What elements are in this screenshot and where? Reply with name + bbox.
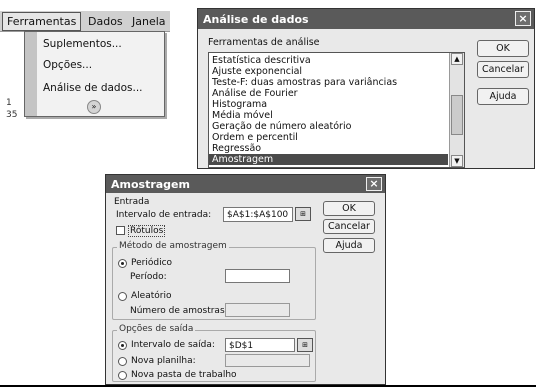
nova-planilha-label[interactable]: Nova planilha:	[131, 356, 196, 366]
row-number: 35	[6, 110, 18, 120]
expand-menu-icon[interactable]: »	[87, 100, 101, 114]
nova-pasta-radio[interactable]	[118, 371, 127, 380]
list-item[interactable]: Análise de Fourier	[212, 88, 298, 99]
page-bottom-rule	[0, 385, 536, 387]
menu-item-suplementos[interactable]: Suplementos...	[43, 38, 122, 50]
scroll-thumb[interactable]	[451, 95, 463, 135]
range-selector-icon[interactable]: ⊞	[297, 338, 313, 352]
list-item[interactable]: Geração de número aleatório	[212, 121, 351, 132]
amostragem-dialog: Amostragem × Entrada Intervalo de entrad…	[105, 174, 386, 385]
periodo-label: Período:	[130, 272, 167, 282]
help-button[interactable]: Ajuda	[477, 88, 529, 105]
list-item[interactable]: Estatística descritiva	[212, 55, 311, 66]
intervalo-saida-input[interactable]: $D$1	[225, 338, 295, 352]
ferramentas-de-analise-label: Ferramentas de análise	[208, 37, 320, 48]
intervalo-entrada-input[interactable]: $A$1:$A$100	[223, 207, 293, 222]
numero-amostras-label: Número de amostras:	[130, 306, 228, 316]
menu-item-opcoes[interactable]: Opções...	[43, 59, 92, 71]
opcoes-saida-group-label: Opções de saída	[117, 324, 196, 334]
aleatorio-label[interactable]: Aleatório	[131, 291, 171, 301]
aleatorio-radio[interactable]	[118, 292, 127, 301]
nova-pasta-label[interactable]: Nova pasta de trabalho	[131, 370, 237, 380]
intervalo-saida-label[interactable]: Intervalo de saída:	[131, 340, 215, 350]
menu-item-analise-de-dados[interactable]: Análise de dados...	[43, 82, 143, 94]
metodo-group-label: Método de amostragem	[117, 241, 229, 251]
menu-janela[interactable]: Janela	[132, 15, 166, 28]
list-scrollbar[interactable]: ▲ ▼	[449, 53, 464, 167]
tools-listbox[interactable]: Estatística descritiva Ajuste exponencia…	[208, 52, 465, 168]
dialog-titlebar: Análise de dados ×	[198, 9, 534, 29]
list-item[interactable]: Ordem e percentil	[212, 132, 298, 143]
rotulos-label[interactable]: Rótulos	[128, 225, 166, 237]
scroll-down-icon[interactable]: ▼	[451, 155, 463, 167]
entrada-label: Entrada	[114, 197, 150, 207]
excel-menubar: Ferramentas Dados Janela	[0, 10, 170, 32]
dialog-titlebar: Amostragem ×	[106, 175, 385, 193]
ok-button[interactable]: OK	[323, 201, 375, 216]
periodico-label[interactable]: Periódico	[131, 258, 172, 268]
range-selector-icon[interactable]: ⊞	[295, 207, 311, 221]
dialog-title: Análise de dados	[203, 13, 309, 26]
intervalo-saida-radio[interactable]	[118, 341, 127, 350]
list-item[interactable]: Regressão	[212, 143, 261, 154]
close-icon[interactable]: ×	[515, 11, 531, 26]
menu-dados[interactable]: Dados	[88, 15, 123, 28]
periodo-input[interactable]	[225, 269, 290, 283]
close-icon[interactable]: ×	[366, 177, 382, 191]
menu-ferramentas[interactable]: Ferramentas	[2, 12, 82, 31]
list-item-selected[interactable]: Amostragem	[209, 154, 448, 165]
row-number: 1	[6, 98, 12, 108]
list-item[interactable]: Histograma	[212, 99, 267, 110]
ferramentas-dropdown: Suplementos... Opções... Análise de dado…	[24, 31, 165, 117]
nova-planilha-input[interactable]	[225, 354, 310, 367]
list-item[interactable]: Teste-F: duas amostras para variâncias	[212, 77, 397, 88]
scroll-up-icon[interactable]: ▲	[451, 53, 463, 65]
ok-button[interactable]: OK	[477, 40, 529, 57]
rotulos-checkbox[interactable]	[116, 226, 125, 235]
nova-planilha-radio[interactable]	[118, 357, 127, 366]
periodico-radio[interactable]	[118, 259, 127, 268]
dialog-title: Amostragem	[111, 178, 190, 191]
list-item[interactable]: Média móvel	[212, 110, 273, 121]
cancel-button[interactable]: Cancelar	[477, 61, 529, 78]
help-button[interactable]: Ajuda	[323, 238, 375, 253]
analise-de-dados-dialog: Análise de dados × Ferramentas de anális…	[197, 8, 535, 169]
cancel-button[interactable]: Cancelar	[323, 219, 375, 234]
numero-amostras-input[interactable]	[225, 303, 290, 317]
list-item[interactable]: Ajuste exponencial	[212, 66, 302, 77]
dropdown-gutter	[25, 32, 37, 116]
intervalo-entrada-label: Intervalo de entrada:	[116, 210, 212, 220]
